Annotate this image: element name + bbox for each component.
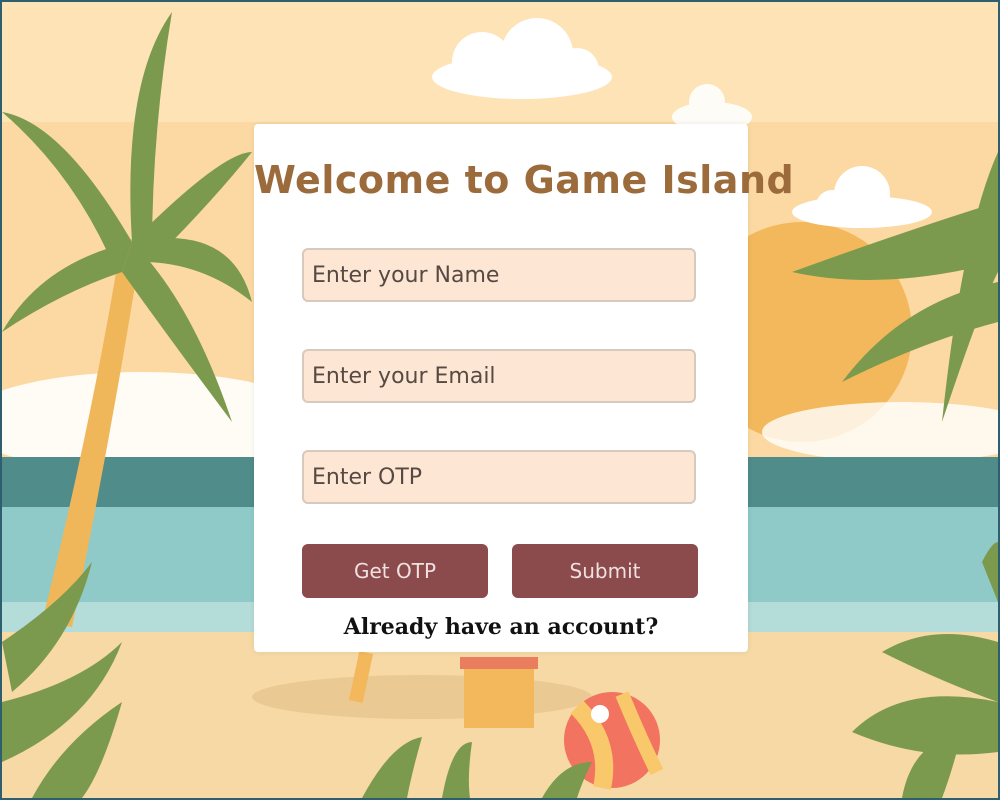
- submit-button[interactable]: Submit: [512, 544, 698, 598]
- login-link[interactable]: Already have an account?: [254, 614, 748, 640]
- otp-input[interactable]: [302, 450, 696, 504]
- app-window: Welcome to Game Island Get OTP Submit Al…: [2, 2, 998, 798]
- signup-card: Welcome to Game Island Get OTP Submit Al…: [254, 124, 795, 652]
- get-otp-button[interactable]: Get OTP: [302, 544, 488, 598]
- page-title: Welcome to Game Island: [254, 158, 795, 202]
- email-input[interactable]: [302, 349, 696, 403]
- name-input[interactable]: [302, 248, 696, 302]
